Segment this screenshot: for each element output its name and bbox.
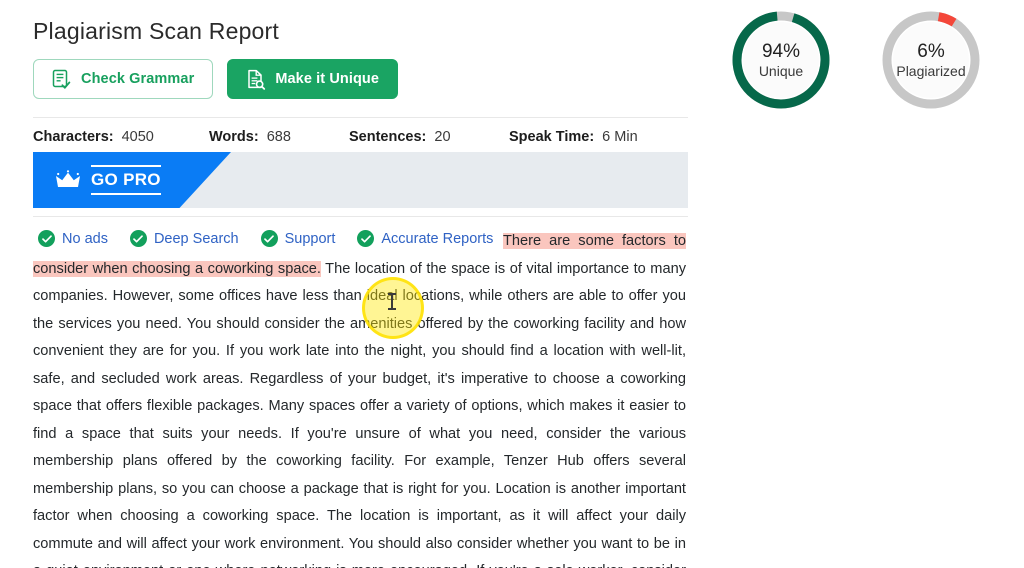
document-search-icon (246, 69, 266, 90)
stat-characters: Characters: 4050 (33, 129, 209, 145)
document-body-text: The location of the space is of vital im… (33, 260, 686, 568)
check-grammar-button[interactable]: Check Grammar (33, 59, 214, 99)
stat-sentences-key: Sentences: (349, 129, 427, 145)
go-pro-badge[interactable]: GO PRO (33, 152, 231, 208)
scanned-document-text[interactable]: There are some factors to consider when … (33, 228, 686, 568)
divider-top (33, 117, 688, 118)
divider-pro (33, 216, 688, 217)
plagiarized-donut-chart: 6% Plagiarized (879, 8, 983, 112)
plagiarism-scan-report-page: Plagiarism Scan Report Check Grammar Mak… (0, 0, 1024, 568)
document-stats: Characters: 4050 Words: 688 Sentences: 2… (33, 129, 683, 145)
make-it-unique-button[interactable]: Make it Unique (227, 59, 399, 99)
stat-speak-time-value: 6 Min (602, 129, 638, 145)
go-pro-label: GO PRO (91, 165, 161, 195)
action-button-row: Check Grammar Make it Unique (33, 59, 399, 99)
main-content-panel: Plagiarism Scan Report Check Grammar Mak… (0, 0, 688, 568)
unique-percent: 94% (761, 40, 801, 62)
stat-sentences: Sentences: 20 (349, 129, 509, 145)
stat-words-key: Words: (209, 129, 259, 145)
stat-speak-time: Speak Time: 6 Min (509, 129, 638, 145)
unique-label: Unique (758, 62, 804, 79)
result-donuts: 94% Unique 6% Plagiarized (688, 8, 1024, 132)
stat-speak-time-key: Speak Time: (509, 129, 595, 145)
page-title: Plagiarism Scan Report (33, 18, 280, 44)
unique-donut-chart: 94% Unique (729, 8, 833, 112)
stat-words: Words: 688 (209, 129, 349, 145)
plagiarized-percent: 6% (917, 40, 945, 62)
plagiarized-label: Plagiarized (896, 62, 966, 79)
results-sidebar: 94% Unique 6% Plagiarized 100% View (688, 0, 1024, 568)
stat-characters-key: Characters: (33, 129, 114, 145)
stat-sentences-value: 20 (434, 129, 451, 145)
stat-words-value: 688 (266, 129, 291, 145)
make-it-unique-label: Make it Unique (275, 71, 380, 87)
crown-icon (55, 170, 81, 190)
grammar-check-icon (52, 69, 72, 90)
check-grammar-label: Check Grammar (81, 71, 195, 87)
stat-characters-value: 4050 (121, 129, 154, 145)
go-pro-strip: GO PRO (33, 152, 688, 208)
